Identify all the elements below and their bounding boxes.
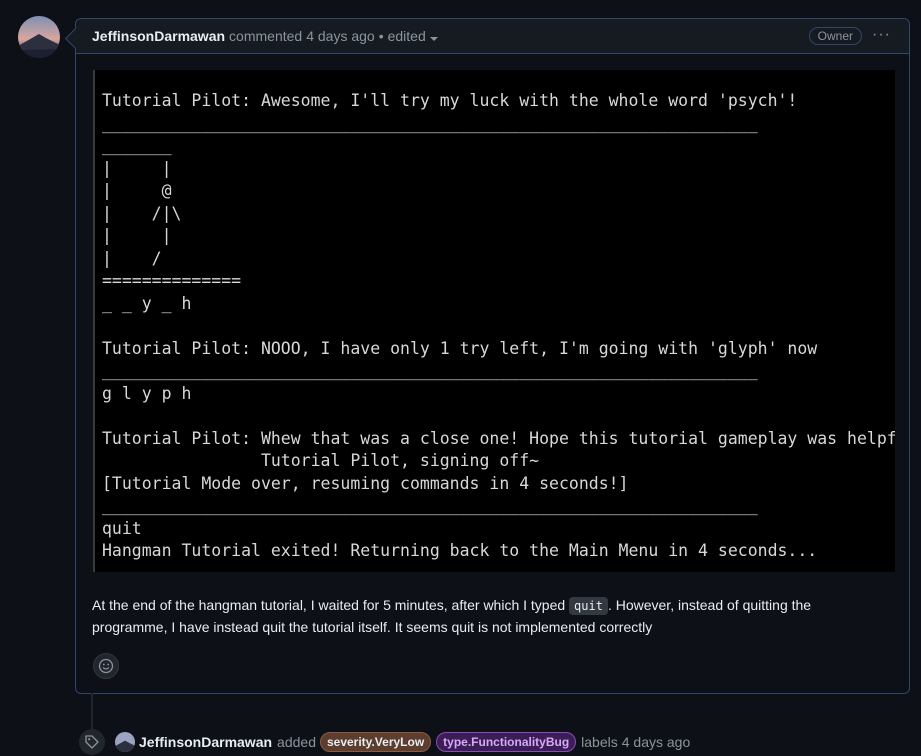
terminal-line: ________________________________________…	[102, 113, 758, 133]
smiley-icon	[98, 658, 114, 674]
terminal-line: Hangman Tutorial exited! Returning back …	[102, 541, 818, 560]
author-avatar[interactable]	[18, 16, 60, 58]
terminal-line: Tutorial Pilot, signing off~	[102, 451, 540, 470]
tag-icon-badge	[79, 729, 105, 755]
owner-badge: Owner	[808, 27, 862, 45]
event-author-avatar[interactable]	[115, 732, 135, 752]
terminal-line: ________________________________________…	[102, 496, 758, 515]
terminal-line: _ _ y _ h	[102, 293, 192, 313]
issue-comment: JeffinsonDarmawan commented 4 days ago •…	[75, 18, 910, 694]
comment-header: JeffinsonDarmawan commented 4 days ago •…	[76, 19, 909, 54]
terminal-line: g l y p h	[102, 383, 192, 403]
kebab-icon[interactable]: ···	[872, 26, 891, 44]
terminal-line: | |	[102, 226, 172, 245]
body-text-before: At the end of the hangman tutorial, I wa…	[92, 597, 570, 613]
event-author-link[interactable]: JeffinsonDarmawan	[139, 734, 272, 750]
terminal-line: | /	[102, 248, 162, 268]
terminal-screenshot: Tutorial Pilot: Awesome, I'll try my luc…	[93, 70, 895, 572]
avatar-image	[115, 732, 135, 752]
comment-timestamp[interactable]: 4 days ago	[306, 28, 375, 44]
comment-action: commented	[229, 28, 303, 44]
event-timestamp[interactable]: 4 days ago	[622, 734, 691, 750]
terminal-output: Tutorial Pilot: Awesome, I'll try my luc…	[95, 70, 895, 563]
terminal-line: Tutorial Pilot: Whew that was a close on…	[102, 428, 895, 448]
terminal-line: [Tutorial Mode over, resuming commands i…	[102, 473, 629, 493]
event-suffix: labels	[581, 734, 618, 750]
terminal-line: quit	[102, 518, 142, 538]
label-type-functionalitybug[interactable]: type.FunctionalityBug	[436, 732, 577, 752]
terminal-line: ==============	[102, 271, 242, 290]
timeline-line	[91, 693, 93, 729]
terminal-line: Tutorial Pilot: NOOO, I have only 1 try …	[102, 338, 818, 358]
comment-body: At the end of the hangman tutorial, I wa…	[92, 595, 882, 638]
terminal-line: ________________________________________…	[102, 361, 758, 380]
label-severity-verylow[interactable]: severity.VeryLow	[319, 732, 432, 752]
terminal-line: | @	[102, 181, 172, 200]
label-event: JeffinsonDarmawan added severity.VeryLow…	[79, 728, 694, 756]
terminal-line: | /|\	[102, 203, 182, 223]
terminal-line: Tutorial Pilot: Awesome, I'll try my luc…	[102, 91, 798, 110]
terminal-line: | |	[102, 158, 172, 178]
avatar-image	[18, 16, 60, 58]
event-action: added	[277, 734, 316, 750]
chevron-down-icon	[429, 37, 438, 41]
header-separator: •	[378, 28, 384, 44]
terminal-line: _______	[102, 136, 172, 155]
edited-label: edited	[387, 28, 426, 44]
tag-icon	[85, 735, 99, 749]
inline-code: quit	[569, 597, 608, 615]
edited-dropdown[interactable]: edited	[388, 28, 438, 44]
add-reaction-button[interactable]	[93, 653, 119, 679]
comment-author-link[interactable]: JeffinsonDarmawan	[92, 28, 225, 44]
